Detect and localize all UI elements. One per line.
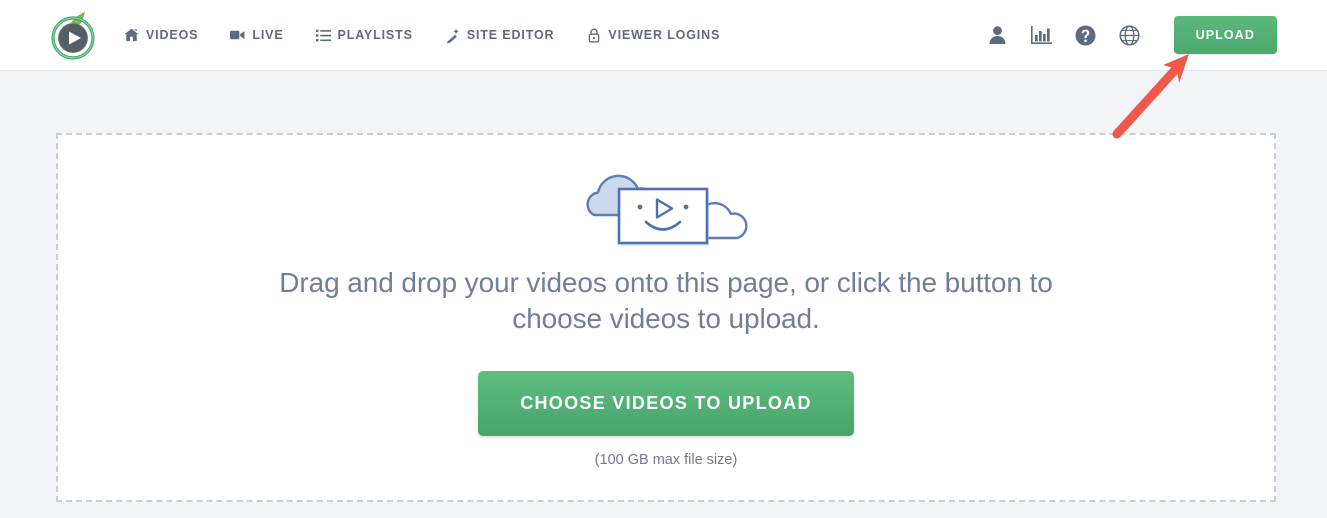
nav-item-videos[interactable]: VIDEOS [124, 28, 198, 43]
nav-item-site-editor[interactable]: SITE EDITOR [445, 28, 555, 43]
upload-button[interactable]: UPLOAD [1173, 16, 1277, 54]
play-leaf-logo[interactable] [48, 8, 102, 62]
nav-label-site-editor: SITE EDITOR [466, 28, 555, 42]
home-icon [124, 28, 139, 43]
nav-item-playlists[interactable]: PLAYLISTS [315, 28, 413, 43]
nav-label-live: LIVE [252, 28, 284, 42]
main-navigation: VIDEOS LIVE PLAYLISTS SITE EDITOR VIEWER… [124, 28, 987, 43]
list-icon [315, 28, 331, 43]
choose-videos-to-upload-button[interactable]: CHOOSE VIDEOS TO UPLOAD [478, 370, 854, 436]
help-icon[interactable] [1075, 24, 1097, 46]
header-utilities: UPLOAD [987, 16, 1277, 54]
play-leaf-logo-icon [51, 12, 95, 60]
video-screen-with-clouds-illustration [576, 167, 756, 247]
nav-label-site-playlists: PLAYLISTS [337, 28, 413, 42]
magic-wand-icon [445, 28, 460, 43]
nav-item-live[interactable]: LIVE [230, 28, 283, 43]
nav-label-videos: VIDEOS [146, 28, 199, 42]
nav-label-viewer-logins: VIEWER LOGINS [608, 28, 721, 42]
dropzone-prompt-text: Drag and drop your videos onto this page… [279, 267, 1053, 334]
upload-dropzone[interactable]: Drag and drop your videos onto this page… [56, 133, 1276, 502]
app-header: VIDEOS LIVE PLAYLISTS SITE EDITOR VIEWER… [0, 0, 1327, 71]
account-icon[interactable] [987, 24, 1009, 46]
video-camera-icon [230, 28, 245, 43]
page-body: Drag and drop your videos onto this page… [0, 71, 1327, 518]
analytics-icon[interactable] [1031, 24, 1053, 46]
max-file-size-note: (100 GB max file size) [594, 451, 738, 468]
globe-icon[interactable] [1119, 24, 1141, 46]
nav-item-viewer-logins[interactable]: VIEWER LOGINS [586, 28, 720, 43]
lock-icon [586, 28, 601, 43]
